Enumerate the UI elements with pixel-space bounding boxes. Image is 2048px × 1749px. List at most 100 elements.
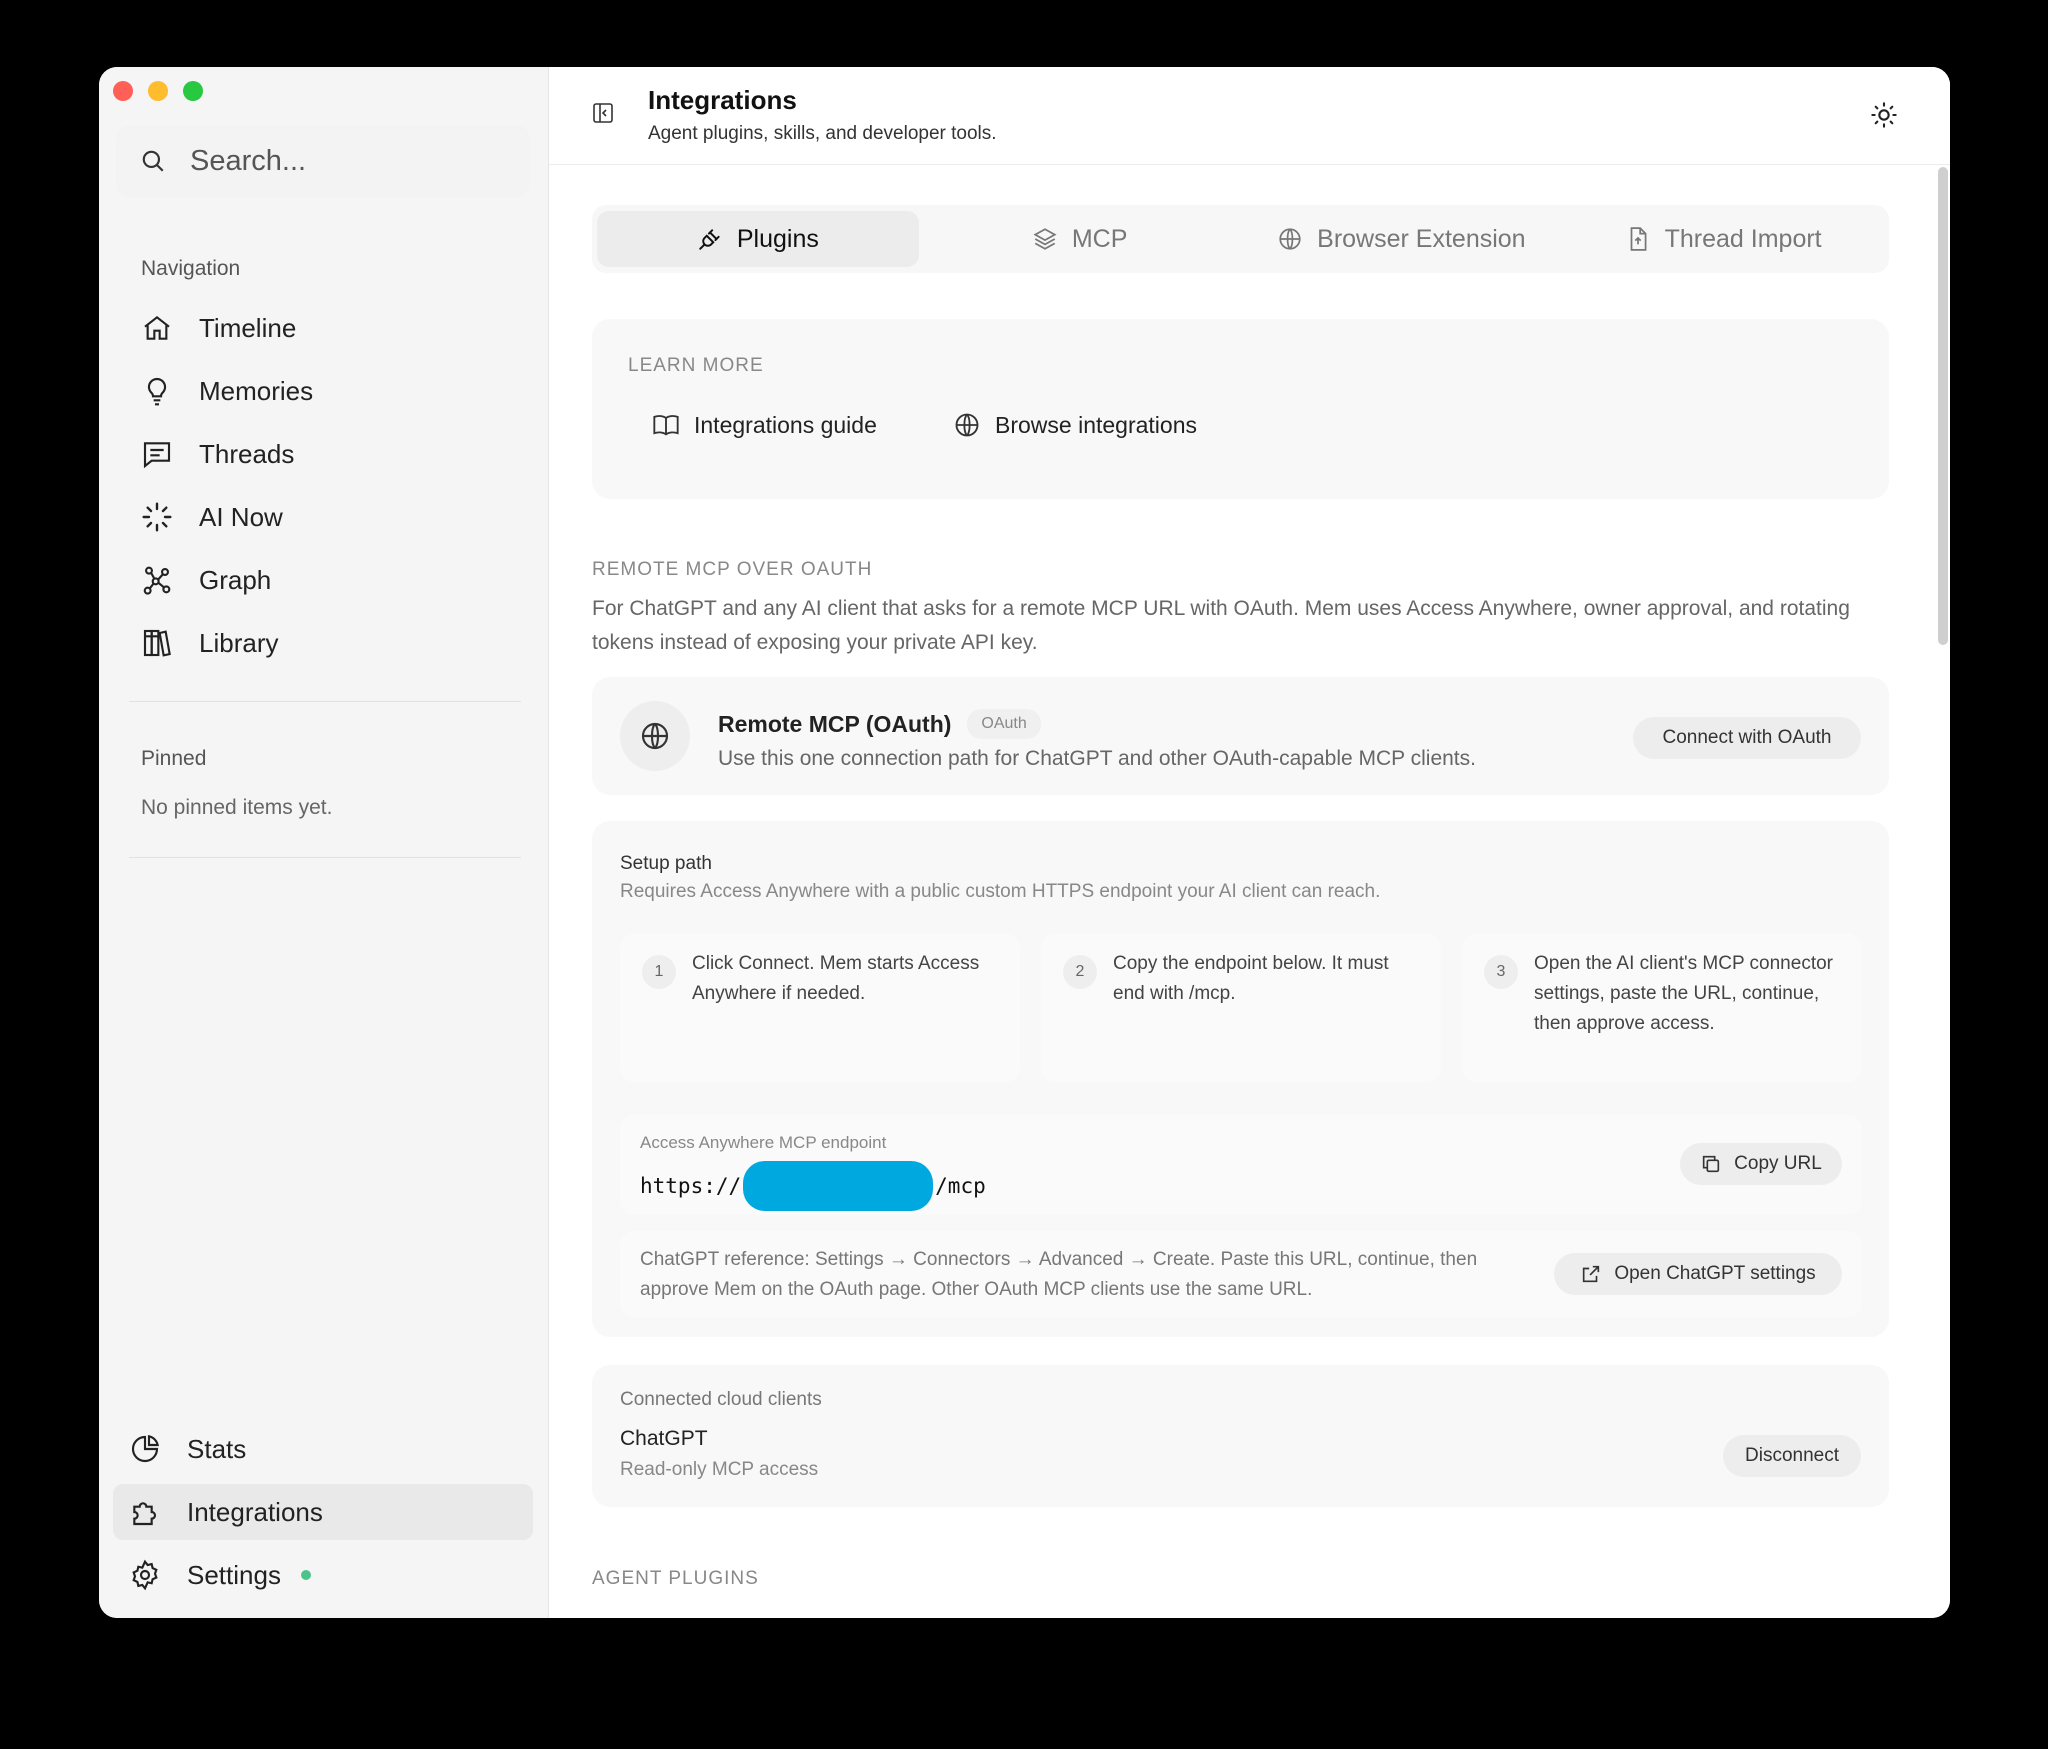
search-placeholder: Search... — [190, 144, 307, 177]
remote-mcp-avatar — [620, 701, 690, 771]
puzzle-icon — [133, 1502, 156, 1526]
setup-path-card: Setup path Requires Access Anywhere with… — [592, 821, 1889, 1337]
window-controls — [113, 81, 203, 101]
endpoint-url[interactable]: https:// /mcp — [640, 1161, 986, 1211]
sidebar-item-label: Graph — [199, 564, 272, 595]
learn-more-card: LEARN MORE Integrations guide Browse int… — [592, 319, 1889, 499]
connected-clients-card: Connected cloud clients ChatGPT Read-onl… — [592, 1365, 1889, 1507]
endpoint-label: Access Anywhere MCP endpoint — [640, 1133, 887, 1152]
step-text: Copy the endpoint below. It must end wit… — [1113, 953, 1389, 1004]
endpoint-prefix: https:// — [640, 1174, 742, 1198]
disconnect-button[interactable]: Disconnect — [1723, 1435, 1861, 1477]
remote-mcp-card: Remote MCP (OAuth) OAuth Use this one co… — [592, 677, 1889, 795]
page-title: Integrations — [648, 85, 797, 115]
setup-step-1: 1 Click Connect. Mem starts Access Anywh… — [620, 933, 1020, 1083]
connected-clients-title: Connected cloud clients — [620, 1389, 822, 1410]
sidebar-item-threads[interactable]: Threads — [141, 429, 294, 479]
setup-step-3: 3 Open the AI client's MCP connector set… — [1462, 933, 1862, 1083]
theme-toggle-icon[interactable] — [1870, 101, 1898, 129]
sidebar-item-memories[interactable]: Memories — [141, 366, 313, 416]
copy-icon — [1703, 1155, 1720, 1173]
graph-icon — [143, 566, 171, 595]
pinned-empty-text: No pinned items yet. — [141, 796, 333, 819]
button-label: Copy URL — [1734, 1153, 1822, 1174]
step-text: Open the AI client's MCP connector setti… — [1534, 953, 1833, 1034]
remote-mcp-name: Remote MCP (OAuth) — [718, 710, 952, 737]
main-content: Integrations Agent plugins, skills, and … — [549, 67, 1950, 1618]
library-icon — [143, 629, 171, 657]
close-window-button[interactable] — [113, 81, 133, 101]
sidebar-item-graph[interactable]: Graph — [141, 555, 271, 605]
sidebar-item-integrations[interactable]: Integrations — [113, 1484, 533, 1540]
sidebar-toggle-icon[interactable] — [591, 101, 615, 125]
oauth-badge: OAuth — [967, 709, 1041, 739]
button-label: Open ChatGPT settings — [1614, 1263, 1816, 1284]
setup-path-title: Setup path — [620, 853, 712, 874]
sidebar-divider — [129, 701, 521, 702]
link-label: Integrations guide — [694, 411, 877, 438]
navigation-label: Navigation — [141, 257, 241, 280]
page-subtitle: Agent plugins, skills, and developer too… — [648, 123, 997, 144]
chatgpt-reference-box: ChatGPT reference: Settings → Connectors… — [620, 1231, 1862, 1317]
connect-with-oauth-button[interactable]: Connect with OAuth — [1633, 717, 1861, 759]
tab-label: MCP — [1071, 224, 1128, 253]
tab-label: Thread Import — [1664, 224, 1822, 253]
file-import-icon — [1630, 227, 1647, 251]
minimize-window-button[interactable] — [148, 81, 168, 101]
app-window: Search... Navigation Timeline Memories T… — [99, 67, 1950, 1618]
remote-mcp-description: For ChatGPT and any AI client that asks … — [592, 597, 1850, 654]
sidebar-item-timeline[interactable]: Timeline — [141, 303, 296, 353]
tab-label: Plugins — [736, 224, 819, 253]
sidebar-item-label: Memories — [199, 375, 314, 406]
sidebar-item-settings[interactable]: Settings — [113, 1547, 533, 1603]
globe-icon — [1279, 228, 1301, 250]
sidebar-divider — [129, 857, 521, 858]
status-dot — [300, 1570, 311, 1580]
client-name: ChatGPT — [620, 1427, 708, 1450]
step-number: 1 — [642, 955, 676, 989]
pie-chart-icon — [131, 1435, 159, 1463]
gear-icon — [132, 1559, 158, 1591]
integrations-guide-link[interactable]: Integrations guide — [652, 411, 877, 439]
sidebar-item-label: Timeline — [199, 312, 297, 343]
sidebar-item-label: Threads — [199, 438, 295, 469]
maximize-window-button[interactable] — [183, 81, 203, 101]
redacted-hostname — [743, 1161, 934, 1211]
tab-thread-import[interactable]: Thread Import — [1562, 211, 1884, 267]
browse-integrations-link[interactable]: Browse integrations — [953, 411, 1197, 439]
agent-plugins-section-title: AGENT PLUGINS — [592, 1568, 759, 1589]
search-icon — [142, 150, 164, 172]
learn-more-label: LEARN MORE — [628, 355, 764, 376]
home-icon — [144, 315, 170, 340]
open-chatgpt-settings-button[interactable]: Open ChatGPT settings — [1554, 1253, 1842, 1295]
scrollbar[interactable] — [1938, 167, 1948, 645]
tab-bar: Plugins MCP Browser Extension Thread Imp… — [592, 205, 1889, 273]
sidebar-item-label: Library — [199, 627, 279, 658]
page-header: Integrations Agent plugins, skills, and … — [549, 67, 1950, 165]
copy-url-button[interactable]: Copy URL — [1680, 1143, 1842, 1185]
layers-icon — [1033, 228, 1057, 250]
remote-mcp-section-title: REMOTE MCP OVER OAUTH — [592, 559, 873, 580]
sidebar-item-label: Settings — [187, 1559, 281, 1590]
search-input[interactable]: Search... — [116, 125, 530, 197]
sidebar-item-library[interactable]: Library — [141, 618, 278, 668]
setup-step-2: 2 Copy the endpoint below. It must end w… — [1041, 933, 1441, 1083]
sidebar-item-ai-now[interactable]: AI Now — [141, 492, 283, 542]
step-number: 2 — [1063, 955, 1097, 989]
tab-mcp[interactable]: MCP — [919, 211, 1241, 267]
sidebar-item-label: Integrations — [187, 1496, 323, 1527]
sidebar-item-stats[interactable]: Stats — [113, 1421, 533, 1477]
remote-mcp-card-description: Use this one connection path for ChatGPT… — [718, 747, 1476, 770]
globe-icon — [641, 722, 669, 750]
step-number: 3 — [1484, 955, 1518, 989]
link-label: Browse integrations — [995, 411, 1197, 438]
remote-mcp-name-row: Remote MCP (OAuth) OAuth — [718, 709, 1041, 739]
tab-label: Browser Extension — [1317, 224, 1526, 253]
step-text: Click Connect. Mem starts Access Anywher… — [692, 953, 980, 1004]
tab-browser-extension[interactable]: Browser Extension — [1241, 211, 1563, 267]
setup-path-subtitle: Requires Access Anywhere with a public c… — [620, 881, 1381, 902]
tab-plugins[interactable]: Plugins — [597, 211, 919, 267]
pinned-label: Pinned — [141, 747, 207, 770]
chat-icon — [143, 442, 171, 469]
book-icon — [653, 415, 679, 436]
